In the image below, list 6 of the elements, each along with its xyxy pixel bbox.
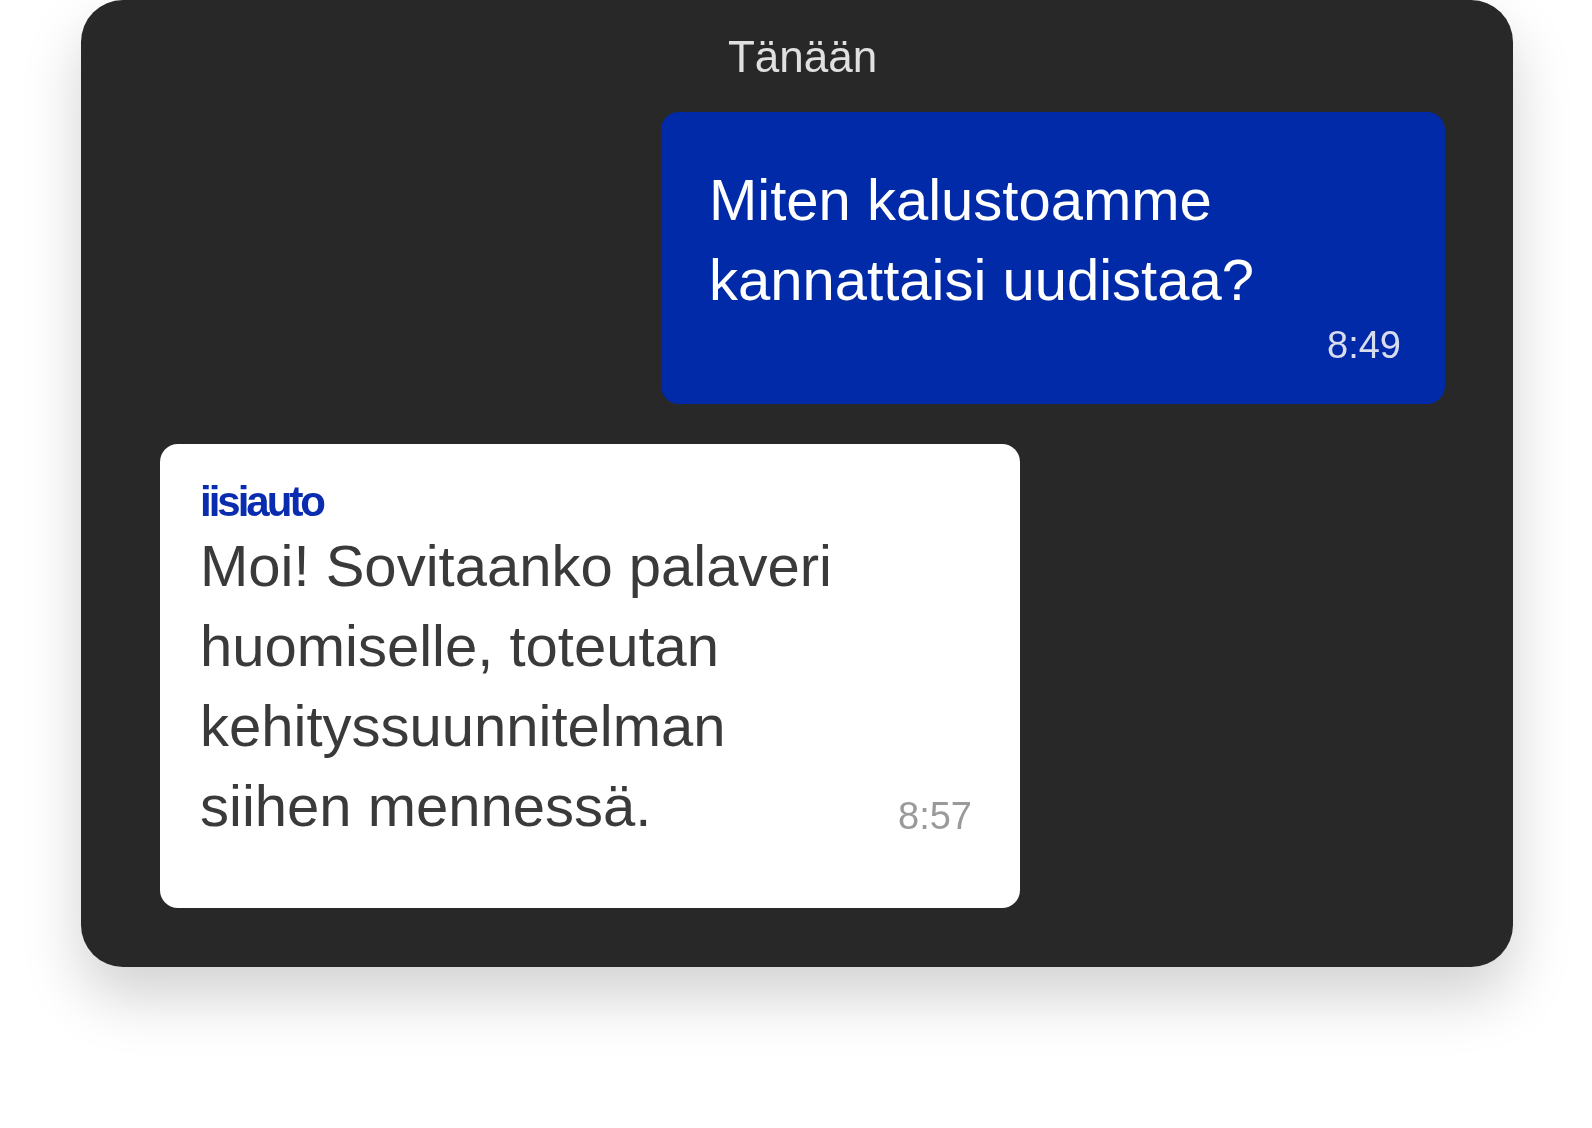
message-text: Moi! Sovitaanko palaveri huomiselle, toteutan kehityssuunnitelman siihen mennessä. xyxy=(200,532,832,840)
sender-logo: iisiauto xyxy=(200,478,324,526)
message-time: 8:49 xyxy=(1327,324,1401,367)
date-divider: Tänään xyxy=(727,32,878,82)
message-text: Miten kalustoamme kannattaisi uudistaa? xyxy=(709,166,1255,314)
message-time: 8:57 xyxy=(898,795,972,838)
